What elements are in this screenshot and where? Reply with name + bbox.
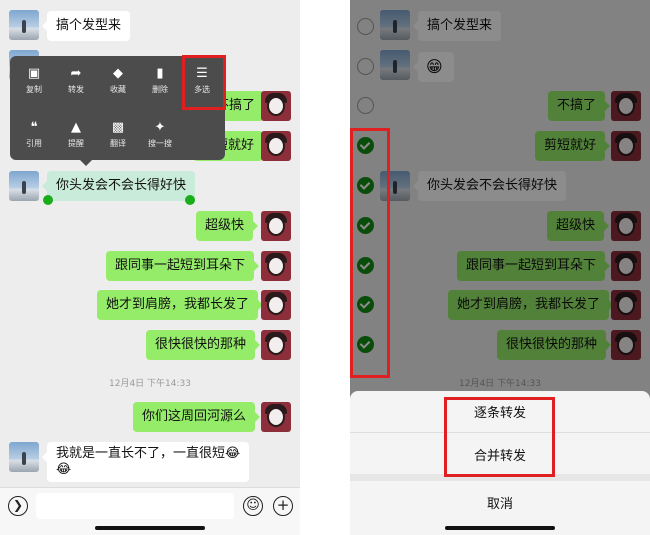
message-bubble[interactable]: 我就是一直长不了，一直很短😂 😂 xyxy=(41,442,250,482)
menu-item-remind[interactable]: ▲ 提醒 xyxy=(54,120,98,150)
avatar[interactable] xyxy=(9,442,39,472)
avatar[interactable] xyxy=(261,91,291,121)
highlight-box-checkboxes xyxy=(350,128,390,378)
selected-message-bubble[interactable]: 你头发会不会长得好快 xyxy=(41,171,196,201)
copy-icon: ▣ xyxy=(27,66,41,81)
message-bubble[interactable]: 你们这周回河源么 xyxy=(133,402,261,432)
menu-item-quote[interactable]: ❝ 引用 xyxy=(12,120,56,150)
plus-icon[interactable]: + xyxy=(273,496,293,516)
bell-icon: ▲ xyxy=(71,120,81,135)
avatar[interactable] xyxy=(261,211,291,241)
voice-icon[interactable]: ❯ xyxy=(8,496,28,516)
home-indicator xyxy=(445,526,555,530)
translate-icon: ▩ xyxy=(111,120,125,135)
menu-item-delete[interactable]: ▮ 删除 xyxy=(138,66,182,96)
home-indicator xyxy=(95,526,205,530)
avatar[interactable] xyxy=(261,402,291,432)
menu-item-translate[interactable]: ▩ 翻译 xyxy=(96,120,140,150)
avatar[interactable] xyxy=(9,10,39,40)
trash-icon: ▮ xyxy=(156,66,164,81)
message-emoji: 😂 xyxy=(56,462,72,477)
menu-item-search[interactable]: ✦ 搜一搜 xyxy=(138,120,182,150)
quote-icon: ❝ xyxy=(30,120,38,135)
message-text: 我就是一直长不了，一直很短😂 xyxy=(56,446,241,461)
selection-handle-start[interactable] xyxy=(43,195,53,205)
chat-panel-menu: 搞个发型来 不搞了 剪短就好 你头发会不会长得好快 超级快 跟同事一起短到耳朵下… xyxy=(0,0,300,535)
emoji-icon[interactable]: ☺ xyxy=(243,496,263,516)
cancel-button[interactable]: 取消 xyxy=(350,493,650,512)
highlight-box-multiselect xyxy=(182,55,226,110)
message-bubble[interactable]: 跟同事一起短到耳朵下 xyxy=(106,251,260,281)
highlight-box-forward-options xyxy=(444,397,555,477)
menu-item-copy[interactable]: ▣ 复制 xyxy=(12,66,56,96)
chat-panel-multiselect: 搞个发型来 😁 不搞了 剪短就好 你头发会不会长得好快 超级快 跟同事一起短到耳… xyxy=(350,0,650,535)
message-bubble[interactable]: 很快很快的那种 xyxy=(146,330,261,360)
avatar[interactable] xyxy=(261,251,291,281)
message-bubble[interactable]: 超级快 xyxy=(196,211,259,241)
timestamp: 12月4日 下午14:33 xyxy=(109,379,191,389)
message-bubble[interactable]: 搞个发型来 xyxy=(41,11,131,41)
avatar[interactable] xyxy=(261,131,291,161)
menu-item-favorite[interactable]: ◆ 收藏 xyxy=(96,66,140,96)
avatar[interactable] xyxy=(261,290,291,320)
sparkle-icon: ✦ xyxy=(154,120,166,135)
selection-handle-end[interactable] xyxy=(185,195,195,205)
cube-icon: ◆ xyxy=(113,66,123,81)
message-bubble[interactable]: 她才到肩膀，我都长发了 xyxy=(97,290,264,320)
avatar[interactable] xyxy=(9,171,39,201)
avatar[interactable] xyxy=(261,330,291,360)
message-input[interactable] xyxy=(36,493,234,519)
menu-item-forward[interactable]: ➦ 转发 xyxy=(54,66,98,96)
forward-icon: ➦ xyxy=(70,66,82,81)
